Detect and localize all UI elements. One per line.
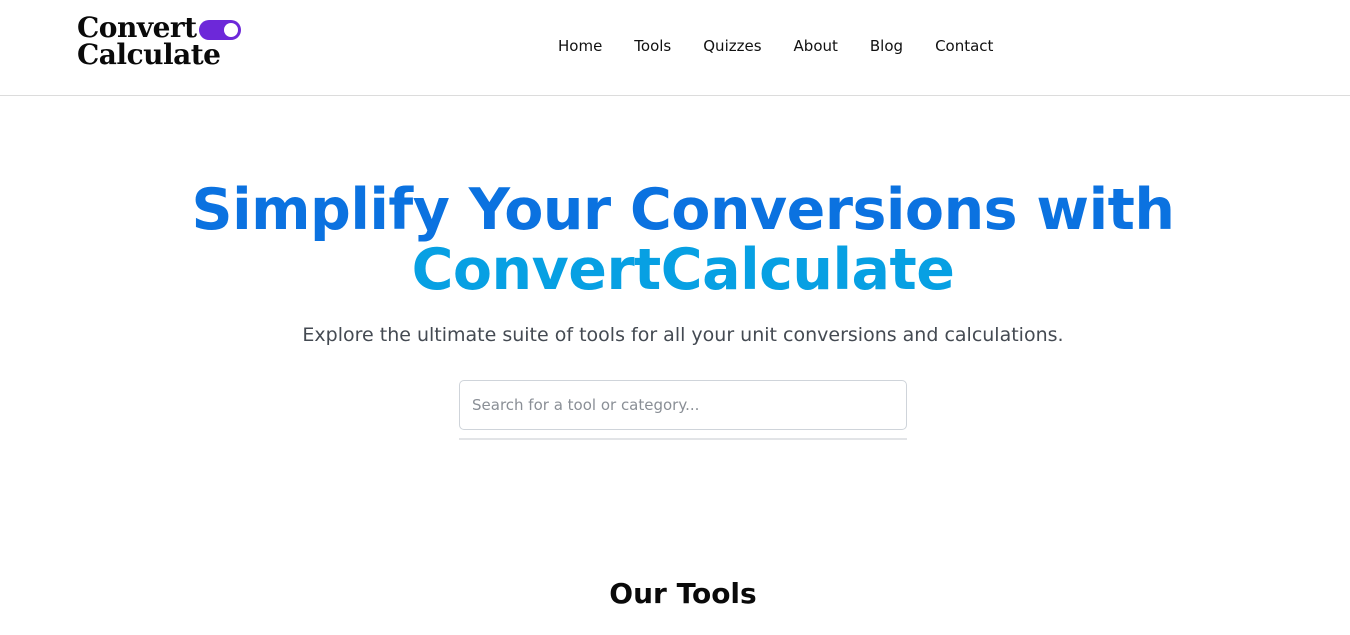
hero-subtitle: Explore the ultimate suite of tools for … <box>302 324 1064 346</box>
main-nav: Home Tools Quizzes About Blog Contact <box>542 36 1009 56</box>
nav-link-tools[interactable]: Tools <box>618 36 687 56</box>
nav-link-contact[interactable]: Contact <box>919 36 1009 56</box>
hero-title-line2: ConvertCalculate <box>411 237 955 303</box>
hero-title-line1: Simplify Your Conversions with <box>191 177 1175 243</box>
hero-title: Simplify Your Conversions with ConvertCa… <box>0 180 1350 300</box>
tools-section-heading: Our Tools <box>609 577 757 610</box>
nav-link-home[interactable]: Home <box>542 36 618 56</box>
search-container <box>459 380 907 440</box>
search-results-divider <box>459 438 907 440</box>
nav-link-quizzes[interactable]: Quizzes <box>687 36 777 56</box>
search-input[interactable] <box>459 380 907 430</box>
site-logo[interactable]: Convert Calculate <box>77 14 247 70</box>
nav-link-blog[interactable]: Blog <box>854 36 919 56</box>
logo-text-calculate: Calculate <box>77 38 221 71</box>
hero-section: Simplify Your Conversions with ConvertCa… <box>0 96 1350 526</box>
site-header: Convert Calculate Home Tools Quizzes Abo… <box>0 0 1350 96</box>
toggle-icon <box>199 20 241 40</box>
nav-link-about[interactable]: About <box>778 36 854 56</box>
